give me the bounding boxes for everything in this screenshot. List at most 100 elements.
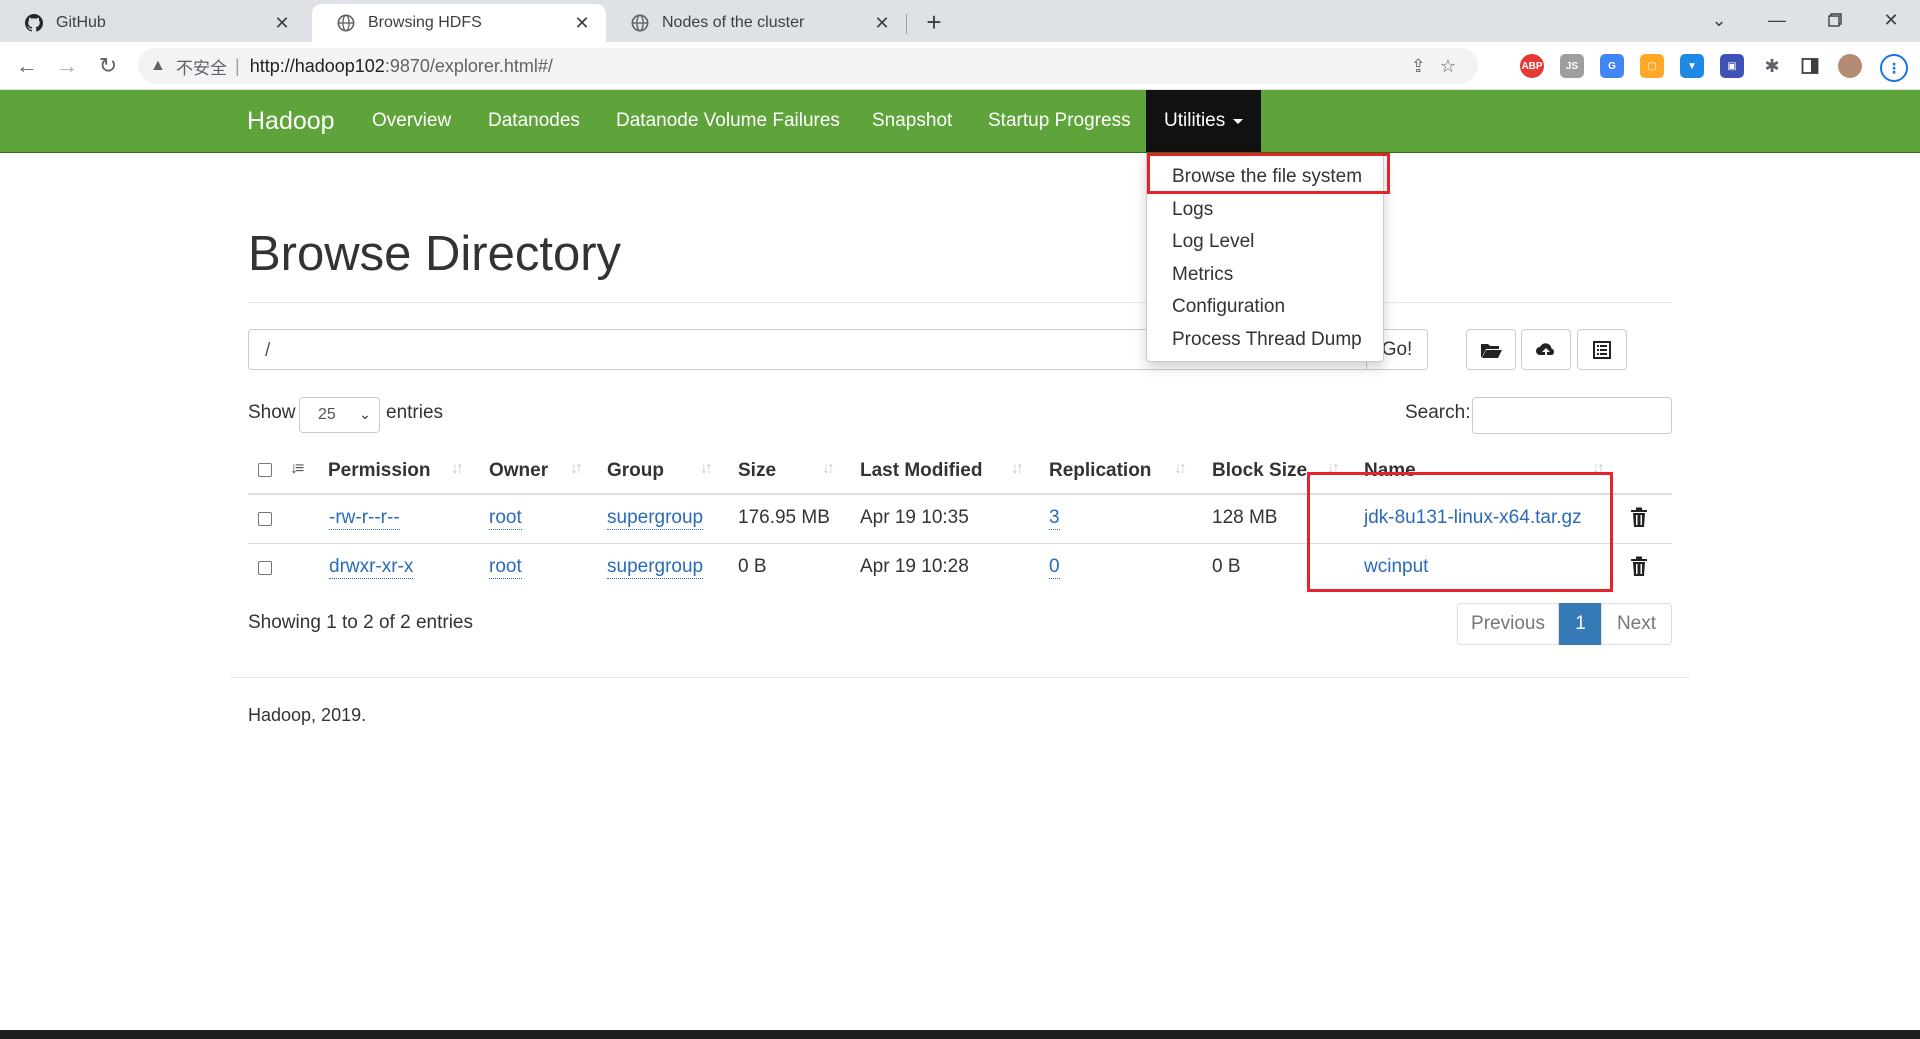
divider: [248, 302, 1672, 303]
replication-cell[interactable]: 3: [1049, 507, 1060, 530]
entries-select[interactable]: 25 ⌄: [299, 397, 380, 433]
upload-button[interactable]: [1521, 329, 1571, 370]
reload-icon[interactable]: ↻: [92, 50, 124, 82]
close-icon[interactable]: ✕: [270, 11, 294, 35]
menu-configuration[interactable]: Configuration: [1172, 296, 1285, 318]
menu-metrics[interactable]: Metrics: [1172, 264, 1233, 286]
sort-asc-icon[interactable]: ↓≡: [290, 460, 304, 478]
nav-datanodes[interactable]: Datanodes: [488, 90, 580, 152]
select-all-checkbox[interactable]: [258, 463, 272, 477]
sort-icon[interactable]: ↓↑: [822, 460, 835, 478]
browser-tab-bar: GitHub ✕ Browsing HDFS ✕ Nodes of the cl…: [0, 0, 1920, 42]
translate-extension-icon[interactable]: G: [1600, 54, 1624, 78]
col-owner[interactable]: Owner: [489, 460, 548, 482]
globe-icon: [630, 13, 650, 33]
bookmark-star-icon[interactable]: ☆: [1440, 56, 1456, 77]
window-close-icon[interactable]: ✕: [1862, 0, 1920, 40]
col-block-size[interactable]: Block Size: [1212, 460, 1307, 482]
pagination-next[interactable]: Next: [1601, 603, 1672, 645]
minimize-icon[interactable]: —: [1748, 0, 1806, 40]
entries-value: 25: [318, 406, 336, 423]
owner-cell[interactable]: root: [489, 507, 522, 530]
url-path: :9870/explorer.html#/: [384, 55, 553, 76]
hadoop-navbar: Hadoop Overview Datanodes Datanode Volum…: [0, 90, 1920, 153]
tab-search-chevron-icon[interactable]: ⌄: [1690, 0, 1748, 40]
tab-separator: [906, 14, 907, 34]
restore-icon[interactable]: [1806, 0, 1864, 40]
pagination-previous[interactable]: Previous: [1457, 603, 1559, 645]
pagination-page-1[interactable]: 1: [1559, 603, 1602, 645]
table-info: Showing 1 to 2 of 2 entries: [248, 612, 473, 633]
tab-github[interactable]: GitHub ✕: [0, 4, 306, 42]
nav-overview[interactable]: Overview: [372, 90, 451, 152]
row-checkbox[interactable]: [258, 561, 272, 575]
permission-cell[interactable]: drwxr-xr-x: [329, 556, 414, 579]
menu-logs[interactable]: Logs: [1172, 199, 1213, 221]
menu-process-thread-dump[interactable]: Process Thread Dump: [1172, 329, 1362, 351]
trash-icon[interactable]: [1630, 507, 1648, 527]
cut-paste-button[interactable]: [1577, 329, 1627, 370]
sort-icon[interactable]: ↓↑: [1011, 460, 1024, 478]
modified-cell: Apr 19 10:28: [860, 556, 969, 577]
share-icon[interactable]: ⇪: [1411, 56, 1426, 77]
sort-icon[interactable]: ↓↑: [451, 460, 464, 478]
row-checkbox[interactable]: [258, 512, 272, 526]
folder-open-icon: [1481, 343, 1502, 358]
url-host: http://hadoop102: [249, 55, 385, 76]
search-label: Search:: [1405, 402, 1471, 423]
taskbar: [0, 1030, 1920, 1039]
nav-startup-progress[interactable]: Startup Progress: [988, 90, 1131, 152]
tab-title: Browsing HDFS: [368, 14, 482, 31]
sort-icon[interactable]: ↓↑: [570, 460, 583, 478]
trash-icon[interactable]: [1630, 556, 1648, 576]
insecure-label: 不安全: [176, 58, 227, 78]
col-replication[interactable]: Replication: [1049, 460, 1151, 482]
nav-utilities[interactable]: Utilities: [1146, 90, 1262, 152]
modified-cell: Apr 19 10:35: [860, 507, 969, 528]
tab-nodes-of-cluster[interactable]: Nodes of the cluster ✕: [606, 4, 906, 42]
create-directory-button[interactable]: [1466, 329, 1516, 370]
col-group[interactable]: Group: [607, 460, 664, 482]
nav-datanode-volume-failures[interactable]: Datanode Volume Failures: [616, 90, 840, 152]
block-size-cell: 0 B: [1212, 556, 1241, 577]
close-icon[interactable]: ✕: [870, 11, 894, 35]
footer-divider: [230, 677, 1690, 678]
new-tab-button[interactable]: +: [918, 7, 950, 37]
sort-icon[interactable]: ↓↑: [700, 460, 713, 478]
extension-icon[interactable]: ▢: [1640, 54, 1664, 78]
warning-icon: ▲: [150, 57, 166, 74]
address-bar[interactable]: ▲ 不安全 | http://hadoop102:9870/explorer.h…: [138, 48, 1478, 84]
close-icon[interactable]: ✕: [570, 11, 594, 35]
size-cell: 0 B: [738, 556, 767, 577]
permission-cell[interactable]: -rw-r--r--: [329, 507, 400, 530]
replication-cell[interactable]: 0: [1049, 556, 1060, 579]
col-permission[interactable]: Permission: [328, 460, 430, 482]
sort-icon[interactable]: ↓↑: [1174, 460, 1187, 478]
footer-text: Hadoop, 2019.: [248, 705, 367, 725]
tab-browsing-hdfs[interactable]: Browsing HDFS ✕: [312, 4, 606, 42]
chevron-down-icon: ⌄: [359, 406, 371, 422]
profile-avatar[interactable]: [1838, 54, 1862, 78]
js-extension-icon[interactable]: JS: [1560, 54, 1584, 78]
nav-utilities-label: Utilities: [1164, 110, 1226, 131]
group-cell[interactable]: supergroup: [607, 507, 704, 530]
owner-cell[interactable]: root: [489, 556, 522, 579]
save-extension-icon[interactable]: ▣: [1720, 54, 1744, 78]
block-size-cell: 128 MB: [1212, 507, 1278, 528]
entries-label: entries: [386, 402, 444, 423]
adblock-extension-icon[interactable]: ABP: [1520, 54, 1544, 78]
forward-icon[interactable]: →: [51, 50, 83, 82]
github-icon: [24, 13, 44, 33]
group-cell[interactable]: supergroup: [607, 556, 704, 579]
menu-log-level[interactable]: Log Level: [1172, 231, 1254, 253]
side-panel-icon[interactable]: [1798, 54, 1822, 78]
nav-snapshot[interactable]: Snapshot: [872, 90, 952, 152]
col-size[interactable]: Size: [738, 460, 776, 482]
puzzle-extensions-icon[interactable]: ✱: [1760, 54, 1784, 78]
extension-icon[interactable]: ▼: [1680, 54, 1704, 78]
brand-logo[interactable]: Hadoop: [247, 90, 335, 152]
menu-kebab-icon[interactable]: ⋮: [1880, 54, 1908, 82]
back-icon[interactable]: ←: [11, 50, 43, 82]
search-input[interactable]: [1472, 397, 1672, 434]
col-last-modified[interactable]: Last Modified: [860, 460, 982, 482]
